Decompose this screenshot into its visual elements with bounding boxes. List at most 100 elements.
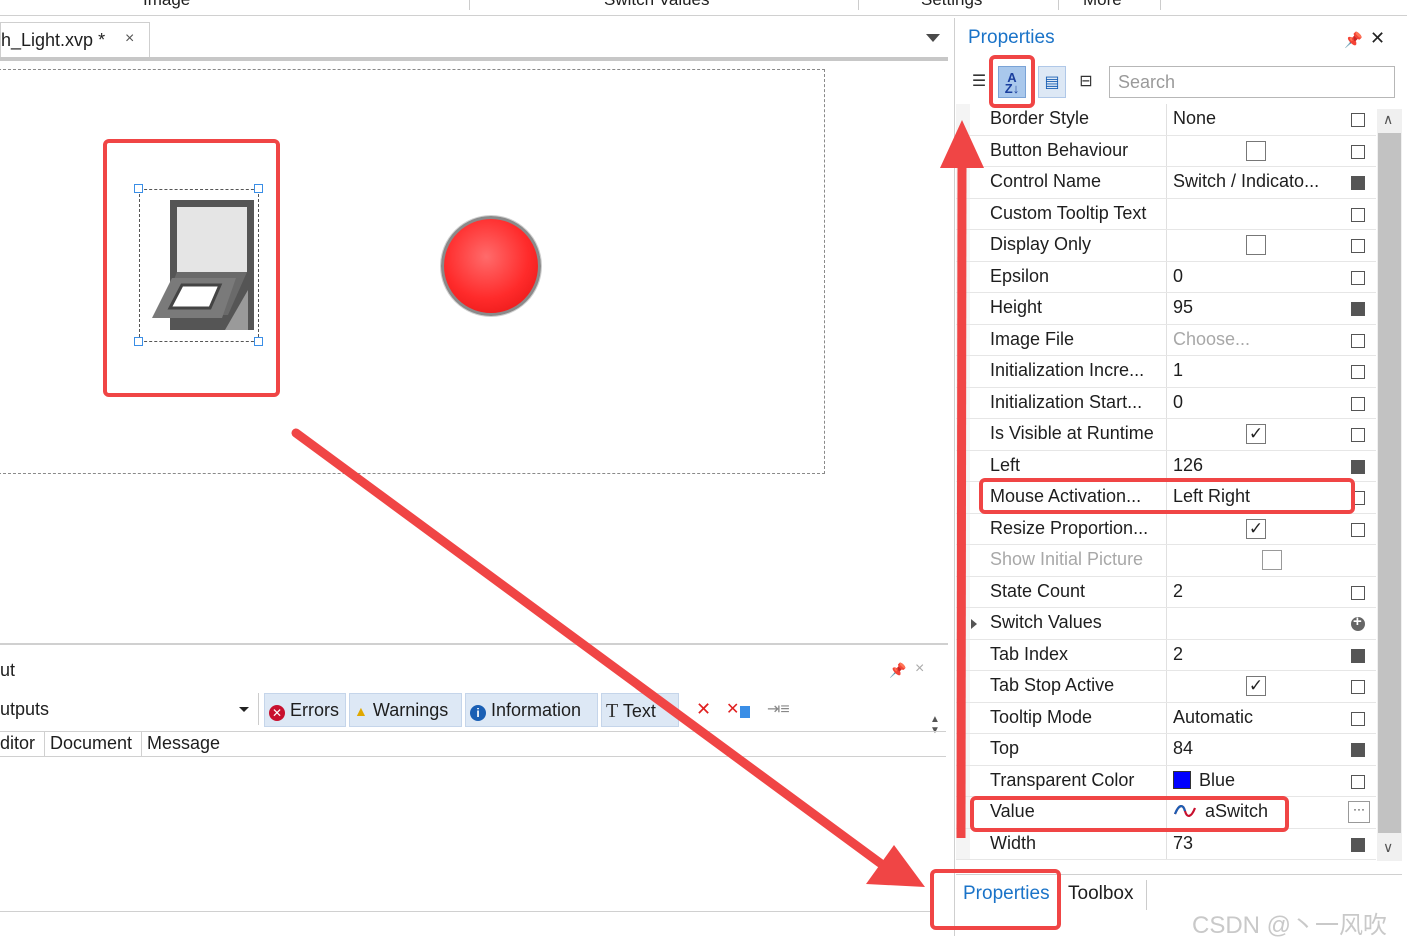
clear-icon[interactable]: ✕ — [696, 699, 711, 720]
property-row[interactable]: Epsilon 0 — [956, 261, 1376, 293]
property-row[interactable]: Button Behaviour — [956, 135, 1376, 167]
close-icon[interactable]: × — [915, 660, 924, 678]
property-name: Show Initial Picture — [990, 549, 1144, 569]
property-name: Tooltip Mode — [990, 706, 1093, 727]
properties-view-icon[interactable]: ▤ — [1038, 66, 1066, 98]
property-marker — [1351, 302, 1365, 316]
column-message[interactable]: Message — [147, 733, 220, 754]
unchecked-checkbox[interactable] — [1246, 140, 1266, 161]
add-icon[interactable] — [1351, 613, 1365, 631]
information-filter-label: Information — [491, 700, 582, 720]
text-filter-button[interactable]: T Text — [601, 693, 679, 727]
property-marker — [1351, 207, 1365, 222]
menu-settings[interactable]: Settings — [921, 0, 982, 10]
property-value[interactable]: Switch / Indicato... — [1173, 171, 1343, 192]
pin-icon[interactable]: 📌 — [889, 662, 906, 679]
property-row[interactable]: Tab Stop Active ✓ — [956, 671, 1376, 703]
property-row[interactable]: State Count 2 — [956, 576, 1376, 608]
property-row[interactable]: Show Initial Picture — [956, 545, 1376, 577]
property-row[interactable]: Display Only — [956, 230, 1376, 262]
property-value[interactable]: 2 — [1173, 644, 1343, 665]
information-filter-button[interactable]: i Information — [465, 693, 598, 727]
close-tab-icon[interactable]: × — [125, 30, 134, 48]
menu-switch-values[interactable]: Switch Values — [604, 0, 710, 10]
goto-message-icon[interactable]: ⇥≡ — [767, 699, 790, 719]
property-row[interactable]: Initialization Incre... 1 — [956, 356, 1376, 388]
property-row[interactable]: Control Name Switch / Indicato... — [956, 167, 1376, 199]
indicator-light[interactable] — [441, 216, 541, 316]
chevron-down-icon[interactable] — [239, 707, 249, 712]
column-editor[interactable]: ditor — [0, 733, 35, 754]
property-name: Width — [990, 832, 1037, 853]
scroll-up-icon[interactable]: ∧ — [1383, 111, 1393, 128]
ellipsis-button[interactable]: ··· — [1348, 801, 1370, 823]
checked-checkbox[interactable]: ✓ — [1246, 518, 1266, 539]
menu-image[interactable]: Image — [143, 0, 190, 10]
errors-filter-button[interactable]: ✕ Errors — [264, 693, 346, 727]
pin-icon[interactable]: 📌 — [1344, 31, 1363, 49]
property-row[interactable]: Image File Choose... — [956, 324, 1376, 356]
scrollbar-thumb[interactable] — [1378, 133, 1401, 833]
property-row[interactable]: Top 84 — [956, 734, 1376, 766]
tab-list-dropdown-icon[interactable] — [926, 34, 940, 42]
checked-checkbox[interactable]: ✓ — [1246, 676, 1266, 696]
property-row[interactable]: Border Style None — [956, 104, 1376, 136]
property-row[interactable]: Width 73 — [956, 828, 1376, 860]
property-marker — [1351, 144, 1365, 159]
properties-search-input[interactable]: Search — [1109, 66, 1395, 98]
property-value[interactable]: 0 — [1173, 266, 1343, 287]
property-row[interactable]: Custom Tooltip Text — [956, 198, 1376, 230]
row-margin — [956, 702, 970, 733]
property-value[interactable]: 2 — [1173, 581, 1343, 602]
property-value[interactable]: 73 — [1173, 833, 1343, 854]
property-row[interactable]: Height 95 — [956, 293, 1376, 325]
highlight-sort-button — [989, 55, 1035, 108]
property-value[interactable]: 95 — [1173, 297, 1343, 318]
property-value[interactable]: Blue — [1173, 770, 1343, 791]
unchecked-checkbox[interactable] — [1262, 550, 1282, 570]
property-row[interactable]: Is Visible at Runtime ✓ — [956, 419, 1376, 451]
highlight-switch-control — [103, 139, 280, 397]
property-value[interactable]: 126 — [1173, 455, 1343, 476]
property-row[interactable]: Transparent Color Blue — [956, 765, 1376, 797]
property-row[interactable]: Switch Values — [956, 608, 1376, 640]
top-menu: Image Switch Values Settings More — [0, 0, 1407, 16]
expand-arrow-icon[interactable] — [971, 619, 977, 629]
output-pane-divider — [0, 643, 948, 645]
tab-separator — [1146, 880, 1147, 910]
close-icon[interactable]: ✕ — [1370, 28, 1385, 49]
row-margin — [956, 135, 970, 166]
tab-toolbox[interactable]: Toolbox — [1062, 878, 1140, 912]
property-value[interactable]: Automatic — [1173, 707, 1343, 728]
property-marker — [1351, 113, 1365, 127]
output-source-select[interactable]: utputs — [0, 699, 49, 720]
property-pages-icon[interactable]: ⊟ — [1072, 66, 1100, 98]
row-margin — [956, 797, 970, 828]
scroll-down-icon[interactable]: ∨ — [1383, 839, 1393, 856]
document-tab[interactable]: h_Light.xvp * × — [0, 22, 150, 58]
property-grid-scrollbar[interactable]: ∧ ∨ — [1377, 109, 1402, 861]
property-value[interactable]: None — [1173, 108, 1343, 129]
property-row[interactable]: Initialization Start... 0 — [956, 387, 1376, 419]
property-value[interactable]: 84 — [1173, 738, 1343, 759]
property-marker — [1351, 837, 1365, 852]
warnings-filter-button[interactable]: ▲ Warnings — [349, 693, 462, 727]
property-value[interactable]: Choose... — [1173, 329, 1343, 350]
checked-checkbox[interactable]: ✓ — [1246, 424, 1266, 444]
menu-more[interactable]: More — [1083, 0, 1122, 10]
property-row[interactable]: Tooltip Mode Automatic — [956, 702, 1376, 734]
property-row[interactable]: Resize Proportion... ✓ — [956, 513, 1376, 545]
column-document[interactable]: Document — [50, 733, 132, 754]
property-name: Control Name — [990, 171, 1102, 191]
property-marker — [1351, 176, 1365, 190]
property-value[interactable]: 1 — [1173, 360, 1343, 381]
property-name: Left — [990, 454, 1021, 475]
property-name: Display Only — [990, 234, 1092, 254]
clear-all-icon[interactable]: ✕ — [726, 699, 739, 719]
unchecked-checkbox[interactable] — [1246, 235, 1266, 255]
row-margin — [956, 671, 970, 702]
property-value[interactable]: 0 — [1173, 392, 1343, 413]
property-row[interactable]: Tab Index 2 — [956, 639, 1376, 671]
property-name: Initialization Incre... — [990, 360, 1145, 380]
property-value-text: 126 — [1173, 454, 1204, 475]
